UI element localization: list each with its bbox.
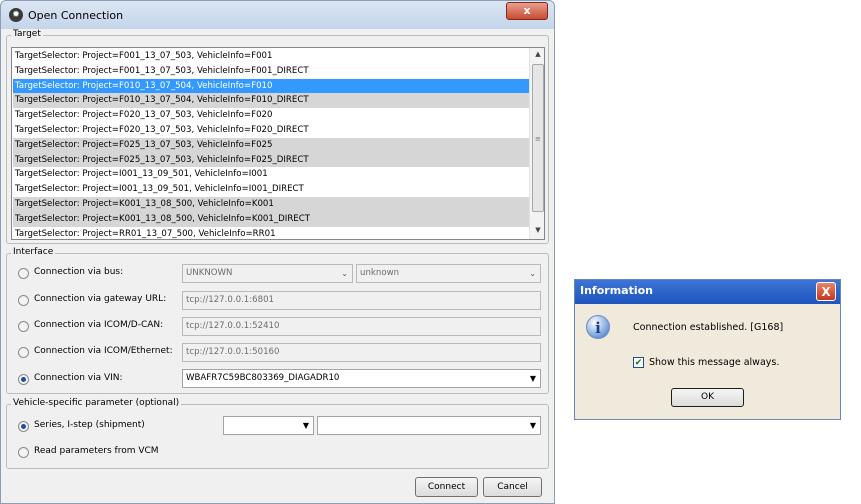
interface-group-label: Interface xyxy=(11,247,56,257)
list-item[interactable]: TargetSelector: Project=F010_13_07_504, … xyxy=(13,78,531,94)
radio-gateway[interactable] xyxy=(18,295,29,306)
vehicle-group-label: Vehicle-specific parameter (optional) xyxy=(11,398,182,408)
radio-vin[interactable] xyxy=(18,374,29,385)
info-title: Information xyxy=(580,284,653,297)
list-item[interactable]: TargetSelector: Project=F025_13_07_503, … xyxy=(13,152,531,168)
target-list-scrollbar[interactable]: ▲ ≡ ▼ xyxy=(529,48,544,239)
gateway-url-field[interactable]: tcp://127.0.0.1:6801 xyxy=(182,291,541,310)
list-item[interactable]: TargetSelector: Project=K001_13_08_500, … xyxy=(13,197,531,212)
vin-label: Connection via VIN: xyxy=(34,373,123,383)
connect-button[interactable]: Connect xyxy=(415,477,478,497)
title-bar: ✹ Open Connection x xyxy=(1,1,554,29)
list-item[interactable]: TargetSelector: Project=F025_13_07_503, … xyxy=(13,137,531,153)
series-label: Series, I-step (shipment) xyxy=(34,420,145,430)
info-close-button[interactable]: X xyxy=(816,282,836,301)
info-title-bar: Information X xyxy=(575,280,840,304)
bus-select-value: UNKNOWN xyxy=(186,268,233,278)
istep-select[interactable]: ▼ xyxy=(317,416,541,435)
icom-ethernet-field[interactable]: tcp://127.0.0.1:50160 xyxy=(182,343,541,362)
bus-select-2-value: unknown xyxy=(360,268,400,278)
show-always-checkbox[interactable]: ✔ xyxy=(633,357,644,368)
list-item[interactable]: TargetSelector: Project=I001_13_09_501, … xyxy=(13,167,531,182)
series-select[interactable]: ▼ xyxy=(223,416,314,435)
chevron-down-icon: ▼ xyxy=(529,374,536,383)
show-always-label: Show this message always. xyxy=(649,357,780,368)
ok-button[interactable]: OK xyxy=(671,388,744,407)
vin-select-value: WBAFR7C59BC803369_DIAGADR10 xyxy=(186,373,340,383)
list-item[interactable]: TargetSelector: Project=F010_13_07_504, … xyxy=(13,93,531,109)
radio-series[interactable] xyxy=(18,421,29,432)
bus-select-2[interactable]: unknown ⌄ xyxy=(356,264,541,283)
scroll-up-icon[interactable]: ▲ xyxy=(530,50,544,58)
list-item[interactable]: TargetSelector: Project=F001_13_07_503, … xyxy=(13,64,531,79)
chevron-down-icon: ⌄ xyxy=(529,269,536,278)
list-item[interactable]: TargetSelector: Project=F020_13_07_503, … xyxy=(13,123,531,138)
chevron-down-icon: ▼ xyxy=(302,421,309,430)
window-title: Open Connection xyxy=(28,9,124,22)
vin-select[interactable]: WBAFR7C59BC803369_DIAGADR10 ▼ xyxy=(182,369,541,388)
list-item[interactable]: TargetSelector: Project=K001_13_08_500, … xyxy=(13,211,531,227)
open-connection-window: ✹ Open Connection x Target TargetSelecto… xyxy=(0,0,555,504)
chevron-down-icon: ▼ xyxy=(529,421,536,430)
radio-read-vcm[interactable] xyxy=(18,447,29,458)
list-item[interactable]: TargetSelector: Project=F020_13_07_503, … xyxy=(13,108,531,123)
radio-icom-ethernet[interactable] xyxy=(18,347,29,358)
close-button[interactable]: x xyxy=(506,2,548,20)
list-item[interactable]: TargetSelector: Project=RR01_13_07_500, … xyxy=(13,227,531,239)
information-dialog: Information X i Connection established. … xyxy=(574,279,841,420)
list-item[interactable]: TargetSelector: Project=F001_13_07_503, … xyxy=(13,49,531,64)
cancel-button[interactable]: Cancel xyxy=(483,477,542,497)
radio-icom-dcan[interactable] xyxy=(18,321,29,332)
icom-dcan-label: Connection via ICOM/D-CAN: xyxy=(34,320,164,330)
bus-label: Connection via bus: xyxy=(34,267,124,277)
target-list[interactable]: TargetSelector: Project=F001_13_07_503, … xyxy=(11,47,545,240)
scroll-down-icon[interactable]: ▼ xyxy=(530,226,544,234)
info-icon: i xyxy=(586,315,610,339)
grip-icon: ≡ xyxy=(535,135,541,143)
icom-dcan-field[interactable]: tcp://127.0.0.1:52410 xyxy=(182,317,541,336)
vehicle-group xyxy=(6,404,549,469)
list-item[interactable]: TargetSelector: Project=I001_13_09_501, … xyxy=(13,182,531,197)
target-group-label: Target xyxy=(11,29,43,39)
info-message: Connection established. [G168] xyxy=(633,322,784,333)
app-icon: ✹ xyxy=(9,8,23,22)
bus-select[interactable]: UNKNOWN ⌄ xyxy=(182,264,353,283)
icom-ethernet-label: Connection via ICOM/Ethernet: xyxy=(34,346,173,356)
read-vcm-label: Read parameters from VCM xyxy=(34,446,159,456)
radio-bus[interactable] xyxy=(18,268,29,279)
gateway-label: Connection via gateway URL: xyxy=(34,294,167,304)
chevron-down-icon: ⌄ xyxy=(341,269,348,278)
